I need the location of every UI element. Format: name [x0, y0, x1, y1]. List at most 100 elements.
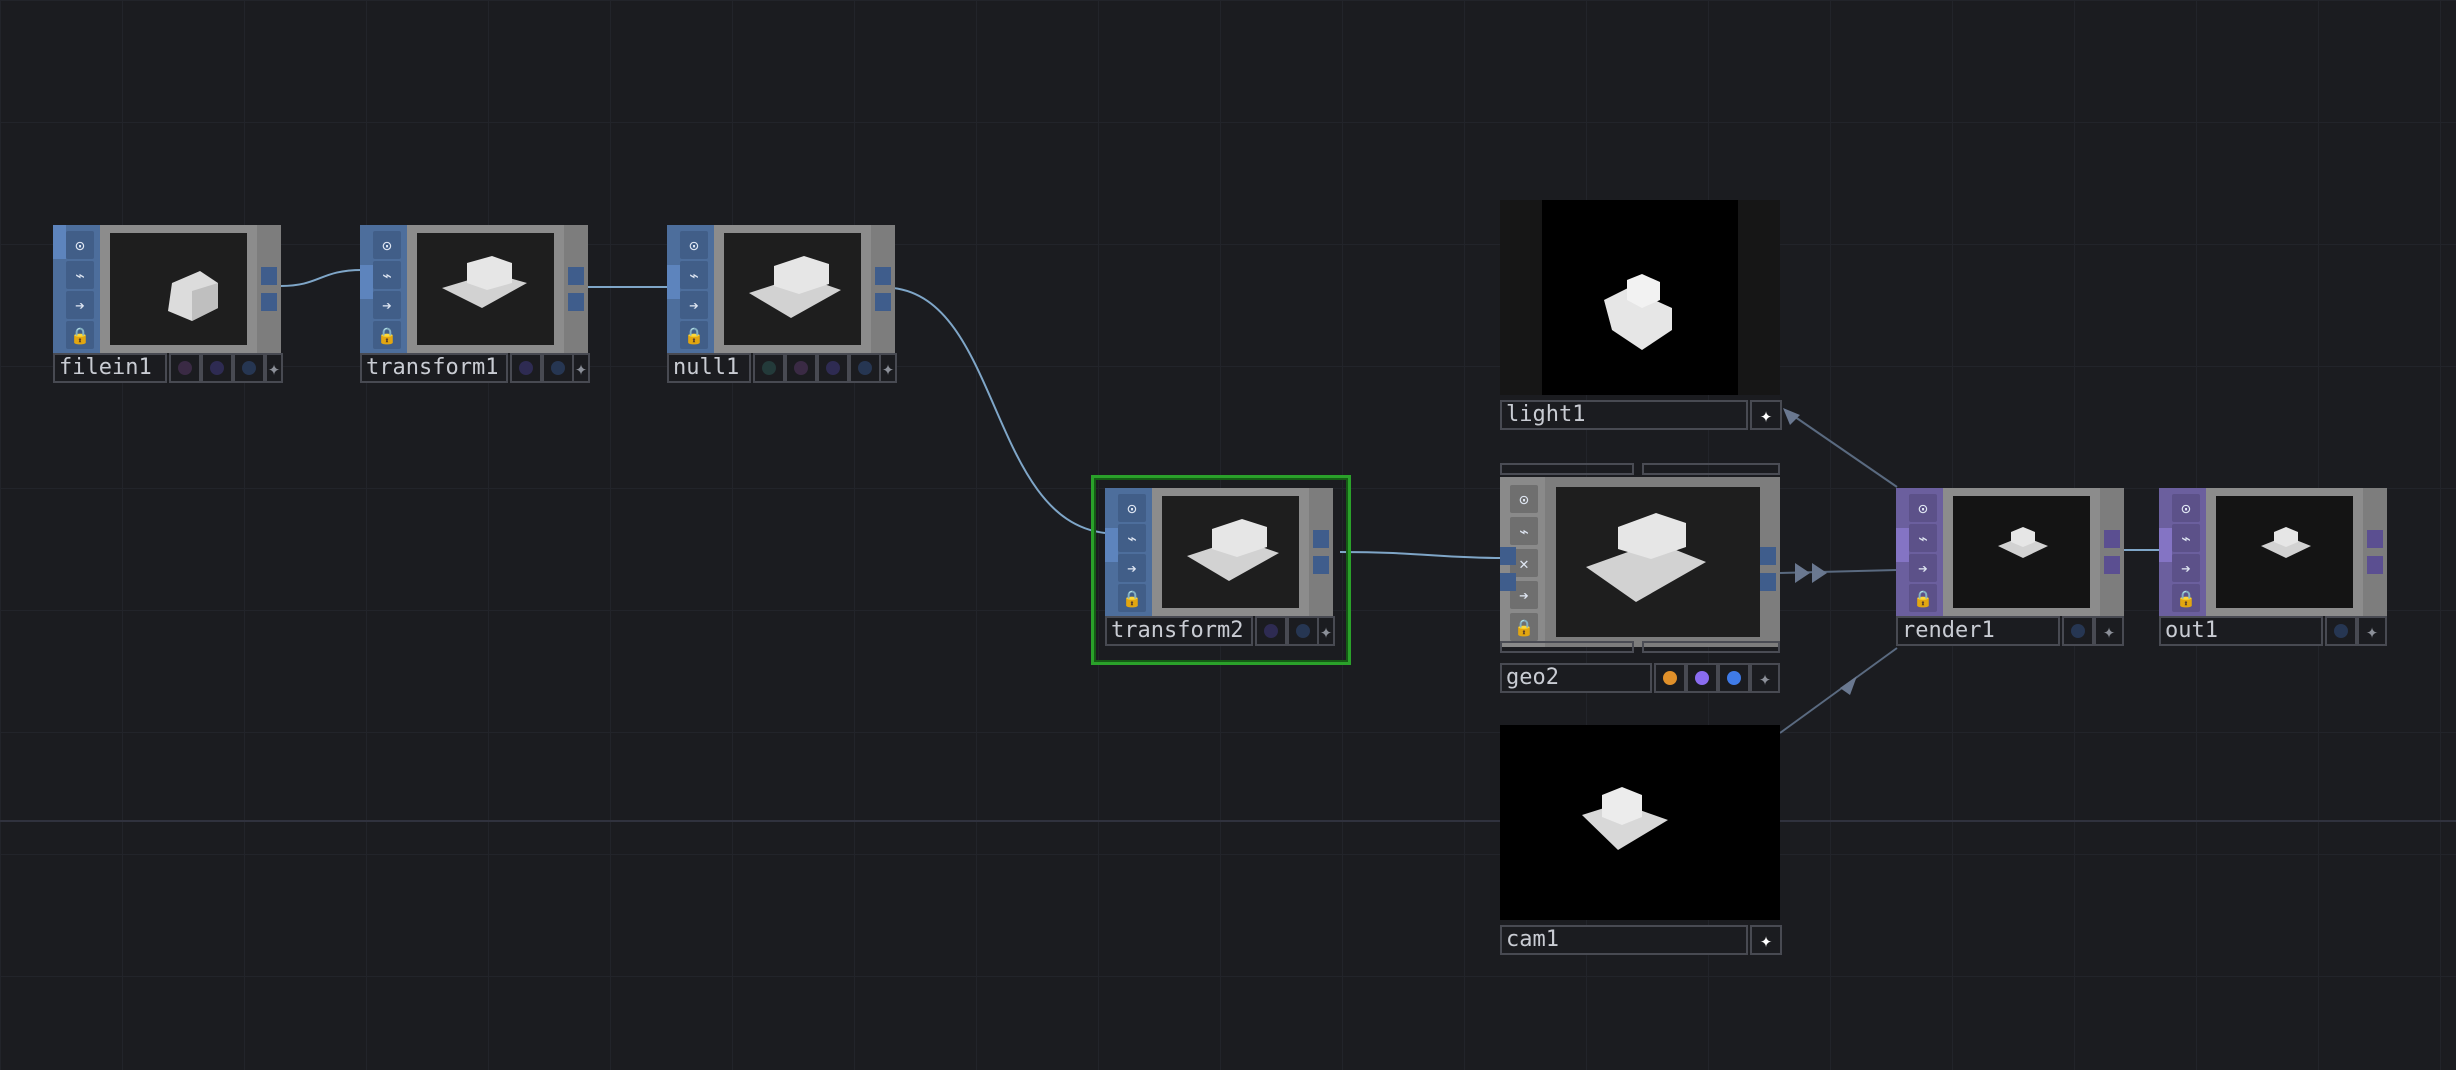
- node-output-rail: [257, 225, 281, 353]
- add-icon[interactable]: ✦: [1317, 616, 1335, 646]
- bypass-icon[interactable]: ⌁: [373, 261, 401, 289]
- output-connector[interactable]: [1760, 573, 1776, 591]
- output-connector[interactable]: [261, 293, 277, 311]
- output-connector[interactable]: [875, 267, 891, 285]
- output-connector[interactable]: [875, 293, 891, 311]
- flag-box[interactable]: [1287, 616, 1319, 646]
- wire-arrow-render-b: [1812, 563, 1827, 583]
- node-transform1[interactable]: ⊙ ⌁ ➔ 🔒 transform1 ✦: [360, 225, 590, 383]
- lock-icon[interactable]: 🔒: [2172, 584, 2200, 612]
- node-transform2[interactable]: ⊙ ⌁ ➔ 🔒 transform2 ✦: [1105, 488, 1335, 646]
- node-label[interactable]: light1: [1500, 400, 1748, 430]
- node-viewer[interactable]: [407, 225, 564, 353]
- input-connector[interactable]: [1500, 547, 1516, 565]
- node-render1[interactable]: ⊙ ⌁ ➔ 🔒 render1 ✦: [1896, 488, 2124, 646]
- node-geo2[interactable]: ⊙ ⌁ ✕ ➔ 🔒 geo2 ✦: [1500, 463, 1780, 693]
- node-filein1[interactable]: ⊙ ⌁ ➔ 🔒 filein1 ✦: [53, 225, 283, 383]
- flag-box[interactable]: [2325, 616, 2357, 646]
- cook-icon[interactable]: ➔: [1118, 554, 1146, 582]
- lock-icon[interactable]: 🔒: [1909, 584, 1937, 612]
- node-viewer[interactable]: [1943, 488, 2100, 616]
- lock-icon[interactable]: 🔒: [66, 321, 94, 349]
- flag-box[interactable]: [201, 353, 233, 383]
- output-connector[interactable]: [1313, 530, 1329, 548]
- lock-icon[interactable]: 🔒: [1118, 584, 1146, 612]
- bypass-icon[interactable]: ⌁: [1118, 524, 1146, 552]
- node-label[interactable]: transform2: [1105, 616, 1253, 646]
- node-preview: [110, 233, 247, 345]
- bypass-icon[interactable]: ⌁: [680, 261, 708, 289]
- cook-icon[interactable]: ➔: [2172, 554, 2200, 582]
- bypass-icon[interactable]: ⌁: [2172, 524, 2200, 552]
- add-icon[interactable]: ✦: [1750, 925, 1782, 955]
- node-viewer[interactable]: [714, 225, 871, 353]
- output-connector[interactable]: [2367, 556, 2383, 574]
- viewer-icon[interactable]: ⊙: [66, 231, 94, 259]
- output-connector[interactable]: [261, 267, 277, 285]
- add-icon[interactable]: ✦: [879, 353, 897, 383]
- add-icon[interactable]: ✦: [1750, 400, 1782, 430]
- model-preview-icon: [1187, 519, 1279, 581]
- lock-icon[interactable]: 🔒: [680, 321, 708, 349]
- flag-box[interactable]: [1686, 663, 1718, 693]
- node-viewer[interactable]: [1152, 488, 1309, 616]
- viewer-icon[interactable]: ⊙: [2172, 494, 2200, 522]
- output-connector[interactable]: [1760, 547, 1776, 565]
- node-preview: [1162, 496, 1299, 608]
- node-label[interactable]: null1: [667, 353, 751, 383]
- flag-box[interactable]: [1654, 663, 1686, 693]
- flag-box[interactable]: [817, 353, 849, 383]
- flag-box[interactable]: [849, 353, 881, 383]
- viewer-icon[interactable]: ⊙: [1510, 485, 1538, 513]
- node-label[interactable]: cam1: [1500, 925, 1748, 955]
- cook-icon[interactable]: ➔: [680, 291, 708, 319]
- lock-icon[interactable]: 🔒: [373, 321, 401, 349]
- flag-box[interactable]: [1718, 663, 1750, 693]
- flag-box[interactable]: [2062, 616, 2094, 646]
- viewer-icon[interactable]: ⊙: [680, 231, 708, 259]
- add-icon[interactable]: ✦: [2094, 616, 2124, 646]
- cook-icon[interactable]: ➔: [66, 291, 94, 319]
- node-out1[interactable]: ⊙ ⌁ ➔ 🔒 out1 ✦: [2159, 488, 2387, 646]
- node-label[interactable]: out1: [2159, 616, 2323, 646]
- add-icon[interactable]: ✦: [1750, 663, 1780, 693]
- flag-box[interactable]: [233, 353, 265, 383]
- viewer-icon[interactable]: ⊙: [1909, 494, 1937, 522]
- lock-icon[interactable]: 🔒: [1510, 613, 1538, 641]
- output-connector[interactable]: [568, 267, 584, 285]
- flag-box[interactable]: [510, 353, 542, 383]
- output-connector[interactable]: [2104, 556, 2120, 574]
- bypass-icon[interactable]: ⌁: [1909, 524, 1937, 552]
- flag-box[interactable]: [753, 353, 785, 383]
- output-connector[interactable]: [568, 293, 584, 311]
- node-light1[interactable]: light1 ✦: [1500, 200, 1782, 430]
- input-connector[interactable]: [1500, 573, 1516, 591]
- output-connector[interactable]: [1313, 556, 1329, 574]
- node-label[interactable]: filein1: [53, 353, 167, 383]
- node-strip: ⊙ ⌁ ➔ 🔒: [2159, 488, 2206, 616]
- network-editor-canvas[interactable]: ⊙ ⌁ ➔ 🔒 filein1 ✦ ⊙ ⌁ ➔ 🔒 transform1 ✦ ⊙…: [0, 0, 2456, 1070]
- add-icon[interactable]: ✦: [572, 353, 590, 383]
- cook-icon[interactable]: ➔: [373, 291, 401, 319]
- node-viewer[interactable]: [100, 225, 257, 353]
- bypass-icon[interactable]: ⌁: [66, 261, 94, 289]
- node-label[interactable]: render1: [1896, 616, 2060, 646]
- output-connector[interactable]: [2104, 530, 2120, 548]
- flag-box[interactable]: [785, 353, 817, 383]
- flag-box[interactable]: [169, 353, 201, 383]
- add-icon[interactable]: ✦: [2357, 616, 2387, 646]
- viewer-icon[interactable]: ⊙: [1118, 494, 1146, 522]
- wire-light1-render1: [1784, 409, 1898, 488]
- viewer-icon[interactable]: ⊙: [373, 231, 401, 259]
- node-label[interactable]: transform1: [360, 353, 508, 383]
- node-label[interactable]: geo2: [1500, 663, 1652, 693]
- output-connector[interactable]: [2367, 530, 2383, 548]
- cook-icon[interactable]: ➔: [1909, 554, 1937, 582]
- node-viewer[interactable]: [2206, 488, 2363, 616]
- flag-box[interactable]: [542, 353, 574, 383]
- node-null1[interactable]: ⊙ ⌁ ➔ 🔒 null1 ✦: [667, 225, 897, 383]
- node-cam1[interactable]: cam1 ✦: [1500, 725, 1782, 955]
- add-icon[interactable]: ✦: [265, 353, 283, 383]
- bypass-icon[interactable]: ⌁: [1510, 517, 1538, 545]
- flag-box[interactable]: [1255, 616, 1287, 646]
